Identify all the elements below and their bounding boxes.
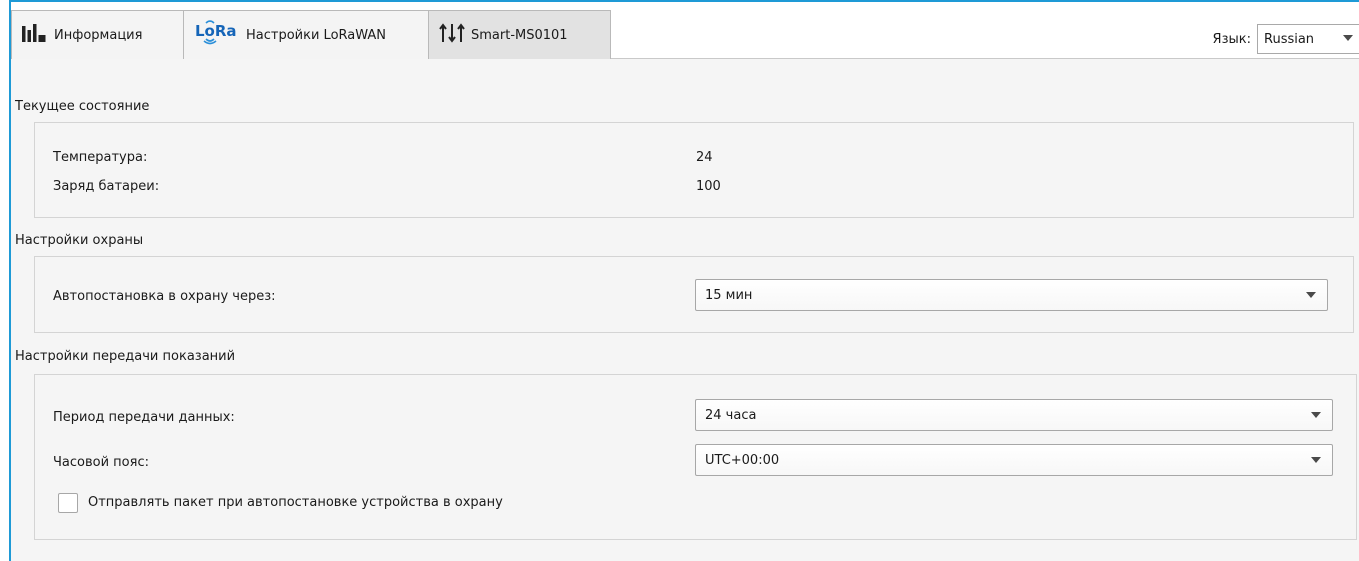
bar-chart-icon bbox=[22, 24, 48, 46]
language-label: Язык: bbox=[1212, 31, 1251, 47]
status-section-title: Текущее состояние bbox=[15, 99, 150, 114]
sliders-arrows-icon bbox=[439, 23, 465, 47]
auto-arm-label: Автопостановка в охрану через: bbox=[53, 289, 276, 304]
auto-arm-value: 15 мин bbox=[705, 287, 753, 303]
period-label: Период передачи данных: bbox=[53, 410, 235, 425]
language-value: Russian bbox=[1264, 31, 1315, 47]
battery-value: 100 bbox=[696, 179, 721, 194]
lora-logo-text: LoRa bbox=[195, 22, 237, 40]
timezone-dropdown[interactable]: UTC+00:00 bbox=[695, 444, 1333, 476]
period-dropdown[interactable]: 24 часа bbox=[695, 399, 1333, 431]
transmit-section-title: Настройки передачи показаний bbox=[15, 349, 236, 364]
chevron-down-icon bbox=[1306, 292, 1316, 298]
battery-label: Заряд батареи: bbox=[53, 179, 160, 194]
temperature-label: Температура: bbox=[53, 150, 148, 165]
app-window: Информация LoRa Настройки LoRaWAN Smart-… bbox=[9, 0, 1359, 561]
tab-lorawan-settings[interactable]: LoRa Настройки LoRaWAN bbox=[183, 10, 429, 59]
tab-bar: Информация LoRa Настройки LoRaWAN Smart-… bbox=[11, 2, 1359, 59]
tab-lorawan-label: Настройки LoRaWAN bbox=[246, 27, 386, 43]
lora-logo-icon: LoRa bbox=[194, 20, 240, 50]
tab-smart-label: Smart-MS0101 bbox=[471, 27, 568, 43]
status-group: Температура: 24 Заряд батареи: 100 bbox=[34, 122, 1354, 218]
auto-arm-dropdown[interactable]: 15 мин bbox=[695, 279, 1328, 311]
period-value: 24 часа bbox=[705, 407, 757, 423]
chevron-down-icon bbox=[1343, 35, 1353, 41]
tab-smart-device[interactable]: Smart-MS0101 bbox=[428, 10, 611, 59]
security-section-title: Настройки охраны bbox=[15, 233, 144, 248]
tab-information[interactable]: Информация bbox=[11, 10, 184, 59]
chevron-down-icon bbox=[1311, 412, 1321, 418]
timezone-label: Часовой пояс: bbox=[53, 455, 149, 470]
send-packet-checkbox[interactable] bbox=[58, 493, 78, 513]
tab-information-label: Информация bbox=[54, 27, 143, 43]
temperature-value: 24 bbox=[696, 150, 713, 165]
language-dropdown[interactable]: Russian bbox=[1257, 24, 1359, 54]
send-packet-label: Отправлять пакет при автопостановке устр… bbox=[88, 495, 503, 510]
language-selector: Язык: Russian bbox=[1213, 24, 1359, 54]
settings-panel: Текущее состояние Температура: 24 Заряд … bbox=[11, 59, 1359, 561]
timezone-value: UTC+00:00 bbox=[705, 452, 780, 468]
security-group: Автопостановка в охрану через: 15 мин bbox=[34, 256, 1354, 333]
transmit-group: Период передачи данных: 24 часа Часовой … bbox=[34, 374, 1357, 540]
chevron-down-icon bbox=[1311, 457, 1321, 463]
